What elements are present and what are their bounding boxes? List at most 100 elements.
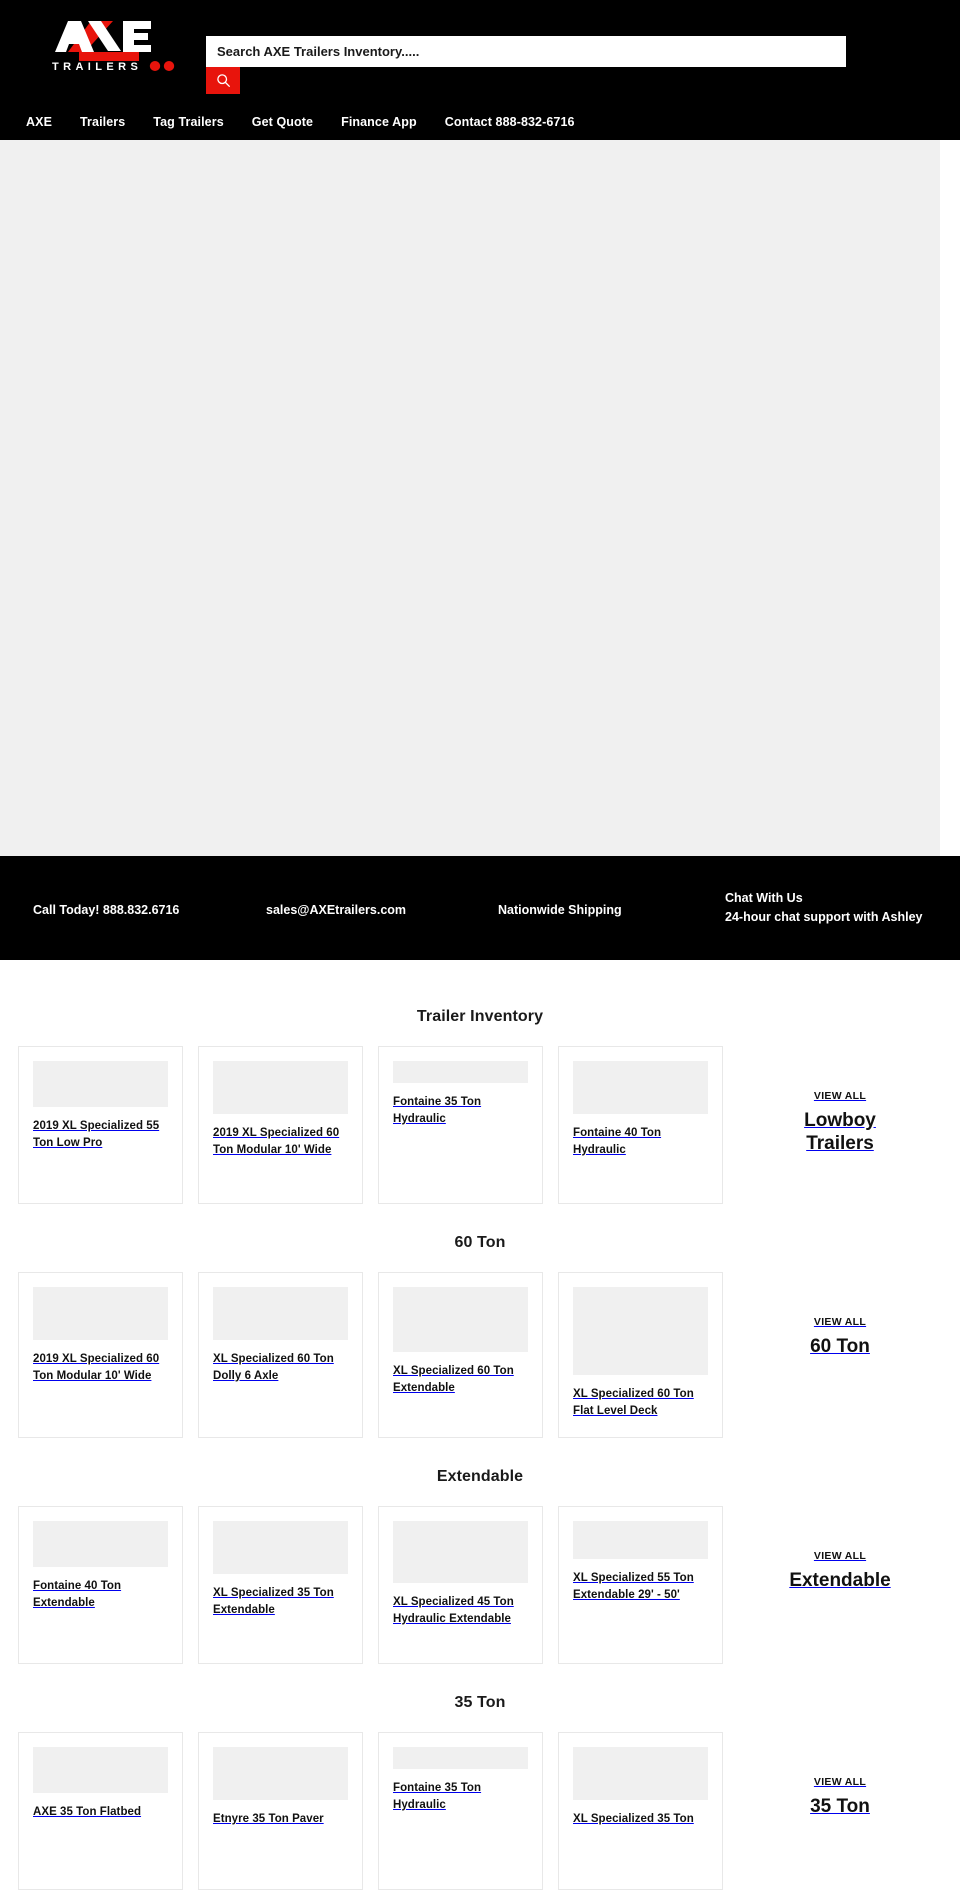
- section-35-ton: 35 Ton AXE 35 Ton Flatbed Etnyre 35 Ton …: [0, 1672, 960, 1891]
- product-image-placeholder: [33, 1521, 168, 1568]
- product-image-placeholder: [573, 1061, 708, 1114]
- product-title: 2019 XL Specialized 60 Ton Modular 10' W…: [33, 1353, 160, 1382]
- product-card[interactable]: Fontaine 35 Ton Hydraulic: [378, 1046, 543, 1204]
- nav-item-tag-trailers[interactable]: Tag Trailers: [139, 115, 237, 129]
- contact-email[interactable]: sales@AXEtrailers.com: [266, 901, 406, 920]
- product-card[interactable]: XL Specialized 35 Ton: [558, 1732, 723, 1891]
- product-card[interactable]: 2019 XL Specialized 60 Ton Modular 10' W…: [198, 1046, 363, 1204]
- section-extendable: Extendable Fontaine 40 Ton Extendable XL…: [0, 1446, 960, 1665]
- product-title: XL Specialized 35 Ton: [573, 1813, 694, 1826]
- site-header: TRAILERS AXE Trailers: [0, 0, 960, 140]
- product-image-placeholder: [213, 1747, 348, 1801]
- product-card[interactable]: 2019 XL Specialized 55 Ton Low Pro: [18, 1046, 183, 1204]
- view-all-category: 60 Ton: [810, 1336, 870, 1357]
- view-all-category: Lowboy Trailers: [804, 1110, 876, 1155]
- main-navigation: AXE Trailers Tag Trailers Get Quote Fina…: [0, 103, 960, 140]
- product-image-placeholder: [573, 1747, 708, 1801]
- product-card[interactable]: XL Specialized 35 Ton Extendable: [198, 1506, 363, 1665]
- product-title: XL Specialized 60 Ton Extendable: [393, 1365, 514, 1394]
- product-image-placeholder: [213, 1061, 348, 1114]
- section-card-row: 2019 XL Specialized 55 Ton Low Pro 2019 …: [0, 1046, 960, 1204]
- product-image-placeholder: [393, 1061, 528, 1083]
- product-image-placeholder: [213, 1521, 348, 1575]
- nav-item-get-quote[interactable]: Get Quote: [238, 115, 327, 129]
- view-all-category: Extendable: [789, 1570, 891, 1592]
- inventory-sections: Trailer Inventory 2019 XL Specialized 55…: [0, 960, 960, 1891]
- product-card[interactable]: Fontaine 40 Ton Hydraulic: [558, 1046, 723, 1204]
- search-input[interactable]: [206, 36, 846, 67]
- contact-call-today-line1: Call Today! 888.832.6716: [33, 903, 180, 917]
- nav-item-trailers[interactable]: Trailers: [66, 115, 139, 129]
- view-all-link[interactable]: VIEW ALL Extendable: [738, 1506, 942, 1664]
- product-title: XL Specialized 60 Ton Flat Level Deck: [573, 1388, 694, 1417]
- search-submit-button[interactable]: [206, 67, 240, 94]
- contact-shipping-line1: Nationwide Shipping: [498, 903, 622, 917]
- section-trailer-inventory: Trailer Inventory 2019 XL Specialized 55…: [0, 986, 960, 1204]
- view-all-label: VIEW ALL: [813, 1550, 867, 1563]
- contact-info-bar: Call Today! 888.832.6716 sales@AXEtraile…: [0, 856, 960, 960]
- product-image-placeholder: [33, 1061, 168, 1107]
- cart-button[interactable]: [775, 38, 801, 64]
- product-card[interactable]: XL Specialized 60 Ton Flat Level Deck: [558, 1272, 723, 1439]
- search-area: [206, 36, 846, 94]
- product-card[interactable]: Etnyre 35 Ton Paver: [198, 1732, 363, 1891]
- section-card-row: 2019 XL Specialized 60 Ton Modular 10' W…: [0, 1272, 960, 1439]
- view-all-label: VIEW ALL: [813, 1776, 867, 1789]
- product-title: Fontaine 35 Ton Hydraulic: [393, 1096, 482, 1125]
- product-image-placeholder: [573, 1521, 708, 1560]
- header-top-bar: TRAILERS: [0, 0, 960, 105]
- contact-email-line1: sales@AXEtrailers.com: [266, 903, 407, 917]
- svg-text:TRAILERS: TRAILERS: [52, 61, 142, 73]
- contact-chat-line1: Chat With Us: [725, 891, 803, 905]
- view-all-category: 35 Ton: [810, 1796, 870, 1818]
- view-all-link[interactable]: VIEW ALL 60 Ton: [738, 1272, 942, 1438]
- shopping-cart-icon: [775, 40, 799, 60]
- logo-icon: TRAILERS: [35, 18, 180, 76]
- contact-call-today[interactable]: Call Today! 888.832.6716: [33, 901, 179, 920]
- product-title: XL Specialized 35 Ton Extendable: [213, 1587, 334, 1617]
- view-all-link[interactable]: VIEW ALL Lowboy Trailers: [738, 1046, 942, 1204]
- nav-item-contact[interactable]: Contact 888-832-6716: [431, 115, 589, 129]
- contact-chat-line2: 24-hour chat support with Ashley: [725, 910, 923, 925]
- product-card[interactable]: XL Specialized 55 Ton Extendable 29' - 5…: [558, 1506, 723, 1665]
- product-title: Fontaine 40 Ton Extendable: [33, 1580, 122, 1610]
- view-all-label: VIEW ALL: [813, 1090, 867, 1102]
- product-image-placeholder: [33, 1287, 168, 1340]
- product-image-placeholder: [33, 1747, 168, 1794]
- hero-banner-placeholder: [0, 140, 940, 856]
- product-image-placeholder: [393, 1287, 528, 1352]
- product-title: Etnyre 35 Ton Paver: [213, 1813, 324, 1826]
- section-title: 60 Ton: [454, 1234, 506, 1251]
- nav-item-finance-app[interactable]: Finance App: [327, 115, 431, 129]
- product-card[interactable]: XL Specialized 60 Ton Extendable: [378, 1272, 543, 1439]
- nav-item-axe[interactable]: AXE: [12, 115, 66, 129]
- product-title: XL Specialized 60 Ton Dolly 6 Axle: [213, 1353, 334, 1382]
- section-60-ton: 60 Ton 2019 XL Specialized 60 Ton Modula…: [0, 1212, 960, 1439]
- product-image-placeholder: [393, 1747, 528, 1770]
- product-card[interactable]: AXE 35 Ton Flatbed: [18, 1732, 183, 1891]
- product-image-placeholder: [393, 1521, 528, 1584]
- section-card-row: AXE 35 Ton Flatbed Etnyre 35 Ton Paver F…: [0, 1732, 960, 1891]
- product-title: XL Specialized 45 Ton Hydraulic Extendab…: [393, 1596, 514, 1626]
- product-title: AXE 35 Ton Flatbed: [33, 1806, 142, 1819]
- product-card[interactable]: XL Specialized 60 Ton Dolly 6 Axle: [198, 1272, 363, 1439]
- product-image-placeholder: [573, 1287, 708, 1375]
- section-title: Trailer Inventory: [416, 1008, 544, 1025]
- view-all-label: VIEW ALL: [813, 1316, 867, 1328]
- product-card[interactable]: Fontaine 35 Ton Hydraulic: [378, 1732, 543, 1891]
- section-title: Extendable: [436, 1468, 524, 1486]
- product-image-placeholder: [213, 1287, 348, 1340]
- product-card[interactable]: Fontaine 40 Ton Extendable: [18, 1506, 183, 1665]
- search-icon: [216, 74, 230, 87]
- contact-chat-with-us[interactable]: Chat With Us 24-hour chat support with A…: [725, 889, 922, 928]
- product-title: Fontaine 40 Ton Hydraulic: [573, 1127, 662, 1156]
- product-card[interactable]: 2019 XL Specialized 60 Ton Modular 10' W…: [18, 1272, 183, 1439]
- axe-trailers-logo[interactable]: TRAILERS: [35, 18, 180, 76]
- view-all-link[interactable]: VIEW ALL 35 Ton: [738, 1732, 942, 1890]
- product-title: 2019 XL Specialized 60 Ton Modular 10' W…: [213, 1127, 340, 1156]
- product-card[interactable]: XL Specialized 45 Ton Hydraulic Extendab…: [378, 1506, 543, 1665]
- section-title: 35 Ton: [454, 1694, 506, 1712]
- contact-nationwide-shipping: Nationwide Shipping: [498, 901, 622, 920]
- product-title: 2019 XL Specialized 55 Ton Low Pro: [33, 1120, 160, 1149]
- product-title: XL Specialized 55 Ton Extendable 29' - 5…: [573, 1572, 694, 1602]
